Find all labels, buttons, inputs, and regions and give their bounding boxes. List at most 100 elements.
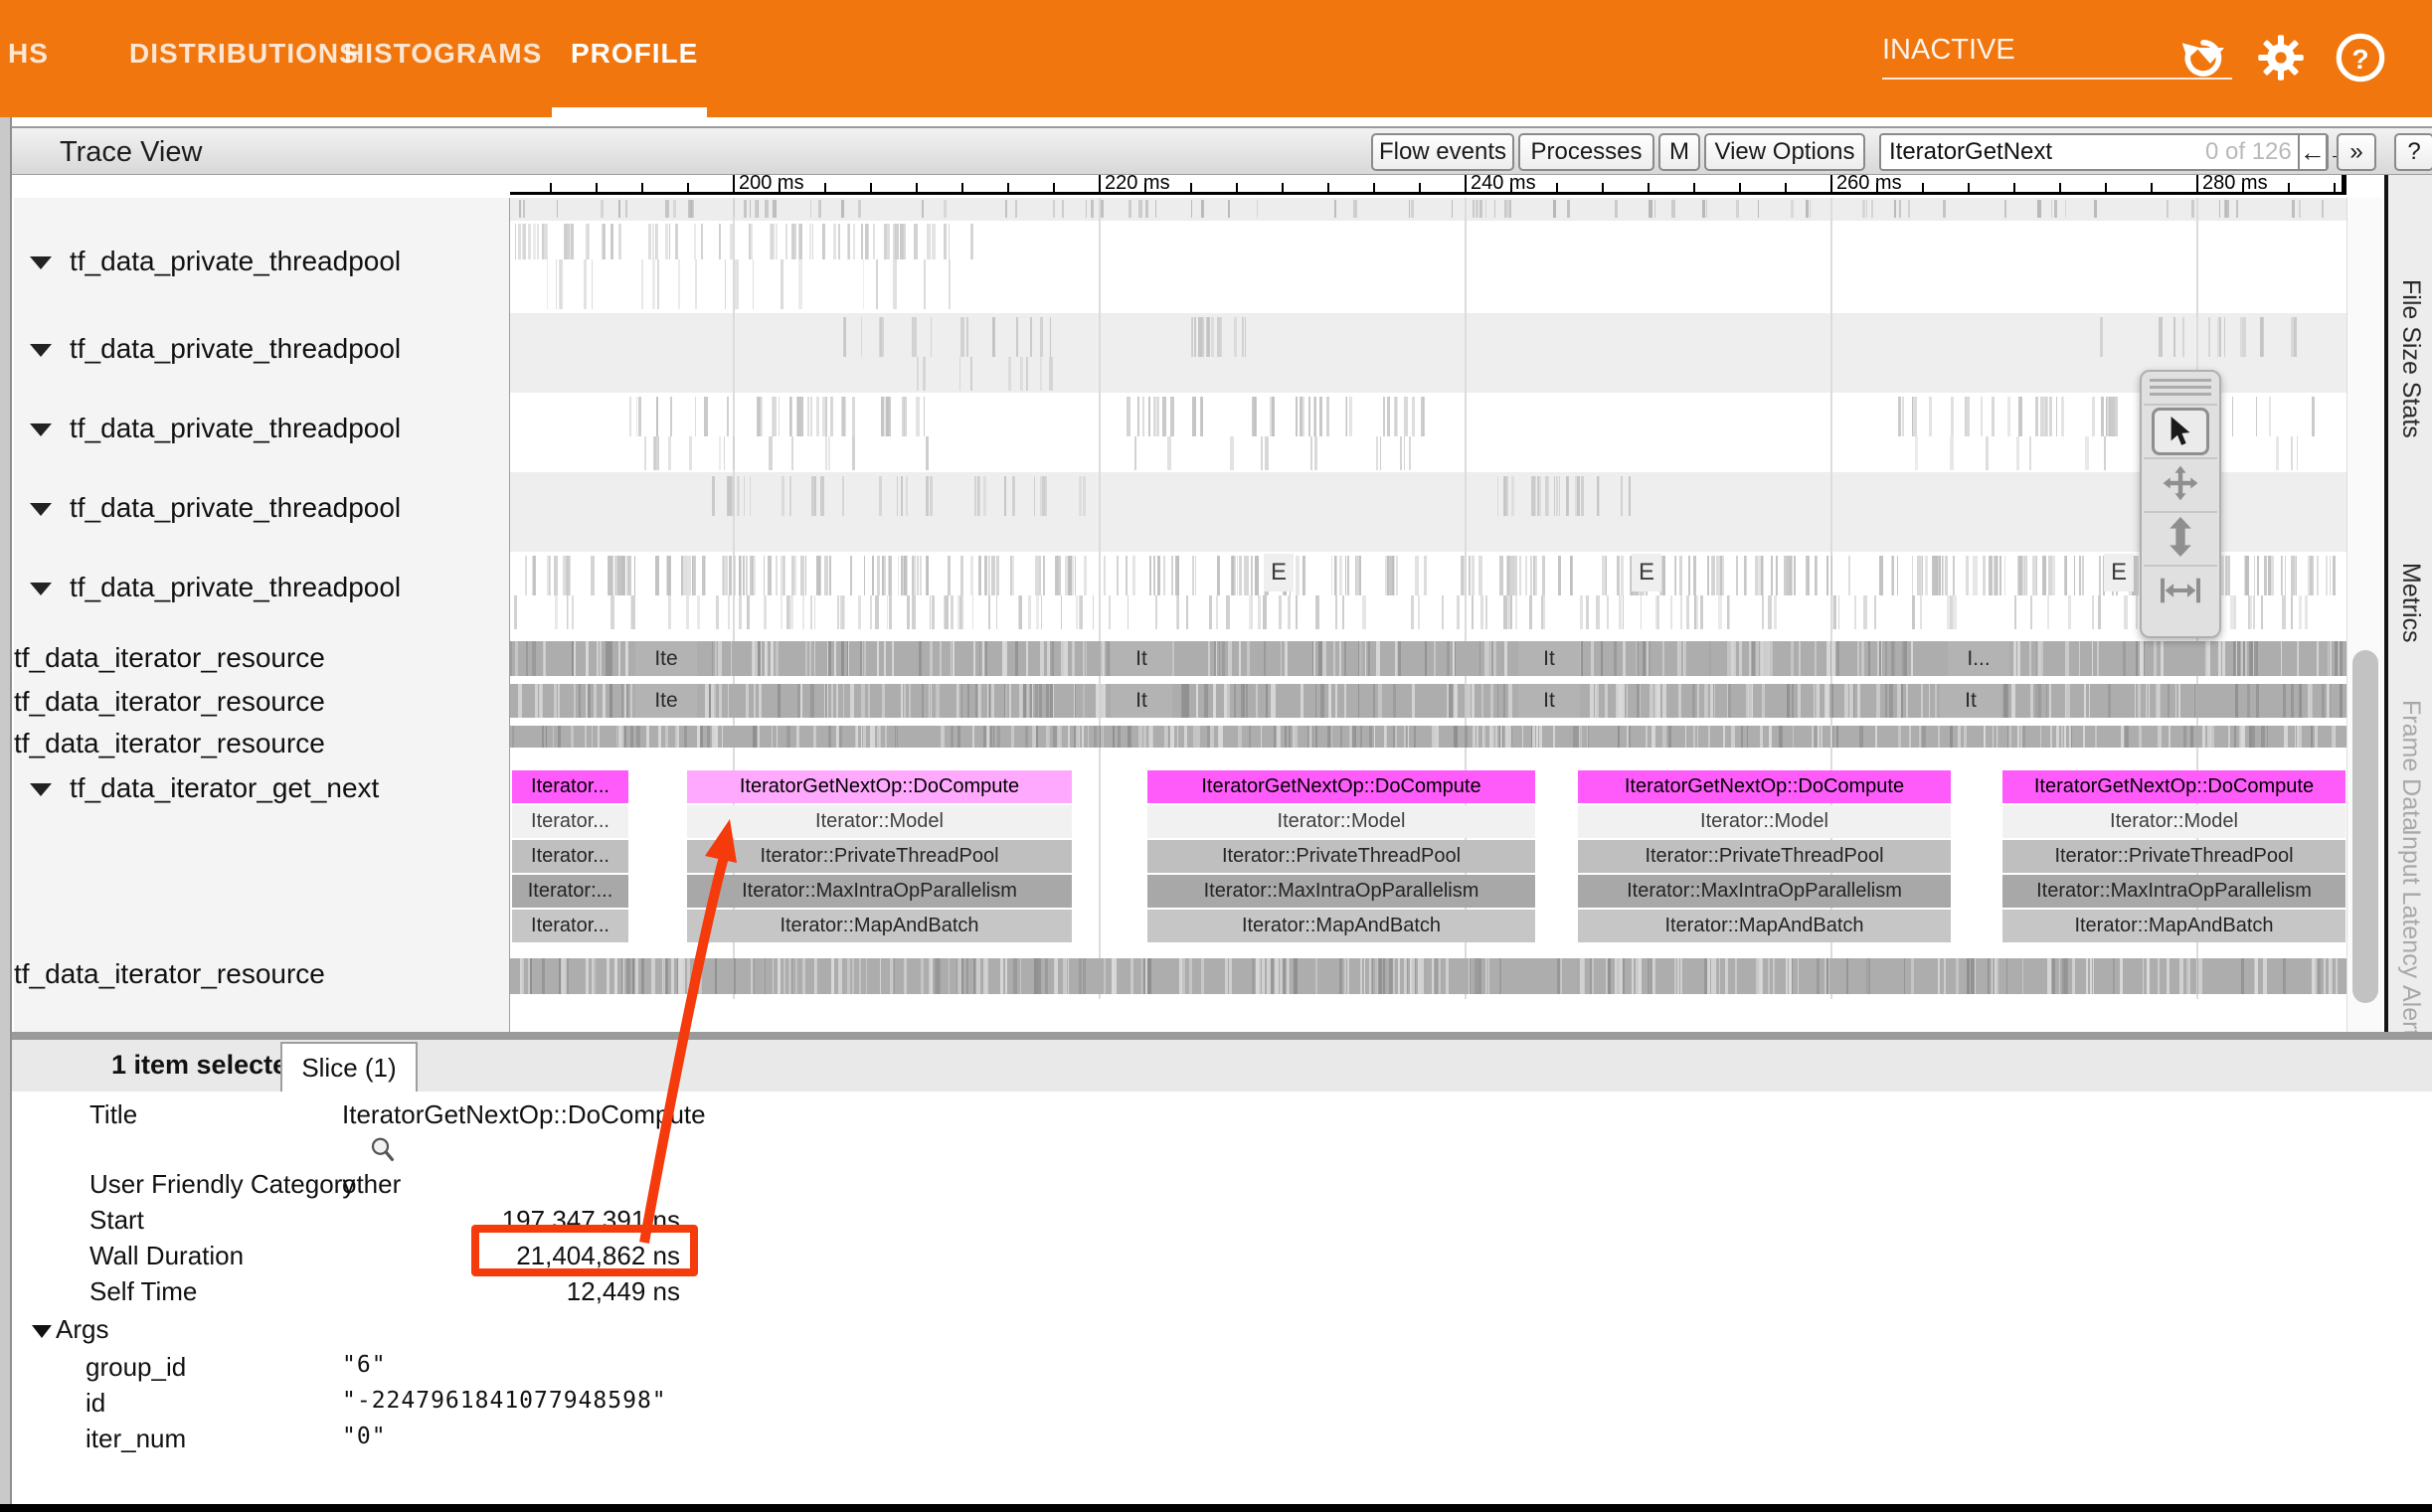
resource-slice-label[interactable]: It — [1518, 684, 1580, 718]
resource-slice-label[interactable]: Ite — [635, 641, 697, 676]
track-label-tf-data-private-threadpool[interactable]: tf_data_private_threadpool — [30, 331, 401, 367]
trace-event-tick — [1289, 726, 1291, 748]
iterator-child-slice[interactable]: Iterator... — [512, 840, 628, 873]
iterator-child-slice[interactable]: Iterator::MapAndBatch — [1147, 910, 1535, 942]
trace-event-tick — [1629, 726, 1631, 748]
timeline-canvas[interactable]: EEEIteItItI...IteItItItIterator...Iterat… — [510, 198, 2346, 1032]
processes-button[interactable]: Processes — [1518, 133, 1654, 171]
trace-event-tick — [2318, 958, 2321, 994]
trace-event-tick — [877, 556, 880, 595]
tab-profile[interactable]: PROFILE — [571, 38, 698, 70]
track-label-tf-data-private-threadpool[interactable]: tf_data_private_threadpool — [30, 490, 401, 526]
resource-slice-label[interactable]: It — [1518, 641, 1580, 676]
iterator-child-slice[interactable]: Iterator::PrivateThreadPool — [1578, 840, 1951, 873]
panel-divider[interactable] — [12, 1032, 2432, 1040]
resource-slice-label[interactable]: It — [1940, 684, 2001, 718]
track-label-tf-data-private-threadpool[interactable]: tf_data_private_threadpool — [30, 244, 401, 279]
iterator-child-slice[interactable]: Iterator::Model — [1578, 805, 1951, 838]
iterator-child-slice[interactable]: Iterator:... — [512, 875, 628, 908]
timing-tool-button[interactable] — [2144, 565, 2217, 618]
slice-details-panel: Title IteratorGetNextOp::DoCompute User … — [12, 1092, 2432, 1504]
instant-event-marker[interactable]: E — [1264, 554, 1294, 591]
iterator-child-slice[interactable]: Iterator::MaxIntraOpParallelism — [2002, 875, 2345, 908]
trace-event-tick — [1898, 397, 1901, 436]
track-label-tf-data-private-threadpool[interactable]: tf_data_private_threadpool — [30, 411, 401, 446]
track-label-tf-data-private-threadpool[interactable]: tf_data_private_threadpool — [30, 570, 401, 605]
axis-minor-tick — [641, 183, 643, 192]
shortcuts-help-button[interactable]: ? — [2394, 133, 2432, 171]
iterator-child-slice[interactable]: Iterator::Model — [1147, 805, 1535, 838]
metadata-button[interactable]: M — [1658, 133, 1700, 171]
magnifier-icon[interactable] — [368, 1135, 398, 1165]
resource-events-row[interactable] — [510, 958, 2346, 994]
trace-event-tick — [902, 224, 904, 259]
side-tab-file-size-stats[interactable]: File Size Stats — [2396, 279, 2425, 438]
trace-event-tick — [912, 317, 914, 357]
flow-events-button[interactable]: Flow events — [1371, 133, 1514, 171]
iterator-child-slice[interactable]: Iterator::MapAndBatch — [2002, 910, 2345, 942]
expand-button[interactable]: » — [2337, 133, 2376, 171]
scrollbar-thumb[interactable] — [2352, 650, 2378, 1003]
tab-distributions[interactable]: DISTRIBUTIONS — [129, 38, 359, 70]
iterator-get-next-slice[interactable]: IteratorGetNextOp::DoCompute — [1578, 770, 1951, 803]
trace-event-tick — [1679, 556, 1682, 595]
iterator-child-slice[interactable]: Iterator::PrivateThreadPool — [1147, 840, 1535, 873]
iterator-child-slice[interactable]: Iterator::MaxIntraOpParallelism — [1578, 875, 1951, 908]
iterator-child-slice[interactable]: Iterator::MapAndBatch — [687, 910, 1072, 942]
side-tab-metrics[interactable]: Metrics — [2396, 563, 2425, 643]
instant-event-marker[interactable]: E — [1632, 554, 1661, 591]
trace-event-tick — [1314, 397, 1316, 436]
resource-slice-label[interactable]: Ite — [635, 684, 697, 718]
iterator-child-slice[interactable]: Iterator::PrivateThreadPool — [2002, 840, 2345, 873]
iterator-child-slice[interactable]: Iterator::PrivateThreadPool — [687, 840, 1072, 873]
zoom-tool-button[interactable] — [2144, 511, 2217, 565]
gear-icon[interactable] — [2255, 32, 2307, 84]
trace-event-tick — [1310, 436, 1312, 470]
pan-tool-button[interactable] — [2144, 457, 2217, 511]
trace-event-tick — [1251, 595, 1253, 629]
trace-event-tick — [1580, 595, 1583, 629]
instant-event-marker[interactable]: E — [2104, 554, 2134, 591]
trace-event-tick — [1649, 200, 1652, 218]
help-icon[interactable]: ? — [2335, 32, 2386, 84]
resource-events-row[interactable]: Ite It It I... — [510, 641, 2346, 676]
iterator-get-next-slice[interactable]: IteratorGetNextOp::DoCompute — [1147, 770, 1535, 803]
iterator-get-next-slice[interactable]: IteratorGetNextOp::DoCompute — [687, 770, 1072, 803]
trace-event-tick — [1392, 556, 1394, 595]
refresh-icon[interactable] — [2177, 32, 2229, 84]
trace-event-tick — [704, 397, 708, 436]
tab-graphs[interactable]: HS — [8, 38, 49, 70]
find-input[interactable] — [1881, 135, 2205, 169]
trace-event-tick — [1103, 641, 1105, 676]
view-options-button[interactable]: View Options — [1704, 133, 1865, 171]
resource-slice-label[interactable]: I... — [1948, 641, 2009, 676]
track-label-tf-data-iterator-get-next[interactable]: tf_data_iterator_get_next — [30, 770, 379, 806]
iterator-child-slice[interactable]: Iterator... — [512, 805, 628, 838]
args-expander[interactable]: Args — [32, 1314, 108, 1345]
iterator-child-slice[interactable]: Iterator::Model — [687, 805, 1072, 838]
iterator-get-next-slice[interactable]: Iterator... — [512, 770, 628, 803]
palette-drag-handle[interactable] — [2150, 379, 2211, 399]
timeline-vertical-scrollbar[interactable] — [2346, 198, 2382, 1032]
find-prev-button[interactable]: ← — [2298, 135, 2326, 169]
resource-events-row[interactable] — [510, 726, 2346, 748]
trace-event-tick — [1218, 726, 1220, 748]
resource-slice-label[interactable]: It — [1111, 684, 1172, 718]
trace-event-tick — [1216, 595, 1218, 629]
iterator-child-slice[interactable]: Iterator... — [512, 910, 628, 942]
iterator-get-next-slice[interactable]: IteratorGetNextOp::DoCompute — [2002, 770, 2345, 803]
trace-event-tick — [1387, 556, 1388, 595]
trace-event-tick — [2282, 595, 2286, 629]
selection-tool-button[interactable] — [2144, 404, 2217, 457]
iterator-child-slice[interactable]: Iterator::MapAndBatch — [1578, 910, 1951, 942]
tab-histograms[interactable]: HISTOGRAMS — [344, 38, 542, 70]
tab-slice[interactable]: Slice (1) — [280, 1042, 418, 1092]
iterator-child-slice[interactable]: Iterator::MaxIntraOpParallelism — [687, 875, 1072, 908]
trace-event-tick — [618, 224, 621, 259]
trace-event-tick — [769, 436, 773, 470]
resource-events-row[interactable]: Ite It It It — [510, 684, 2346, 718]
iterator-child-slice[interactable]: Iterator::Model — [2002, 805, 2345, 838]
resource-slice-label[interactable]: It — [1111, 641, 1172, 676]
trace-event-tick — [1651, 726, 1655, 748]
iterator-child-slice[interactable]: Iterator::MaxIntraOpParallelism — [1147, 875, 1535, 908]
